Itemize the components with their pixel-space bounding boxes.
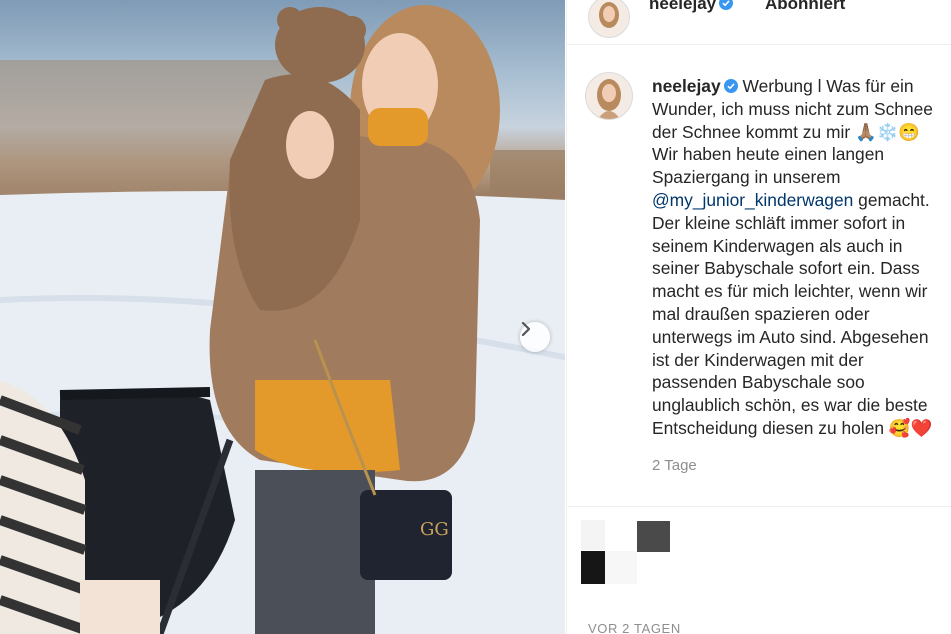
header-username-text[interactable]: neelejay [649,0,716,13]
caption-line: ist der Kinderwagen mit der [652,349,864,370]
caption-avatar[interactable] [585,72,633,120]
next-image-button[interactable] [520,322,550,352]
caption-line: Der kleine schläft immer sofort in [652,212,906,233]
caption-line: seinem Kinderwagen als auch in [652,235,903,256]
post-caption: neelejay Werbung l Was für ein Wunder, i… [652,75,951,440]
caption-line: Spaziergang in unserem [652,167,841,188]
caption-line: @my_junior_kinderwagen gemacht. [652,189,951,212]
censored-block [637,521,670,552]
caption-text: Werbung l Was für ein [742,76,914,96]
avatar-image-icon [599,2,619,28]
censored-block [605,551,637,584]
caption-timestamp[interactable]: 2 Tage [652,457,697,474]
caption-line: Wunder, ich muss nicht zum Schnee [652,98,933,119]
caption-line: neelejay Werbung l Was für ein [652,75,951,98]
caption-line: seiner Babyschale sofort ein. Dass [652,258,920,279]
censored-block [581,520,605,550]
caption-username[interactable]: neelejay [652,76,721,96]
header-avatar[interactable] [588,0,630,38]
post-image[interactable]: GG [0,0,565,634]
avatar-image-icon [597,79,621,119]
censored-block [581,551,605,584]
header-username[interactable]: neelejay [649,0,734,14]
follow-status-button[interactable]: Abonniert [765,0,845,14]
section-divider [567,506,951,507]
caption-line: Wir haben heute einen langen [652,144,885,165]
caption-line: unglaublich schön, es war die beste [652,395,928,416]
svg-text:GG: GG [420,519,449,540]
verified-badge-icon [719,0,734,10]
verified-badge-icon [723,79,738,93]
caption-line: Entscheidung diesen zu holen 🥰❤️ [652,417,933,438]
caption-line: unterwegs im Auto sind. Abgesehen [652,326,929,347]
post-side-panel: neelejay Abonniert neelejay Werbung l Wa… [566,0,951,634]
caption-line: mal draußen spazieren oder [652,303,870,324]
chevron-right-icon [521,322,531,336]
post-photo-illustration: GG [0,5,565,634]
post-date[interactable]: VOR 2 TAGEN [588,621,681,634]
post-header: neelejay Abonniert [567,0,951,45]
caption-line: passenden Babyschale soo [652,372,865,393]
caption-line: der Schnee kommt zu mir 🙏🏽❄️😁 [652,121,920,142]
caption-text: gemacht. [853,189,930,210]
caption-line: macht es für mich leichter, wenn wir [652,281,928,302]
mention-link[interactable]: @my_junior_kinderwagen [652,190,853,210]
